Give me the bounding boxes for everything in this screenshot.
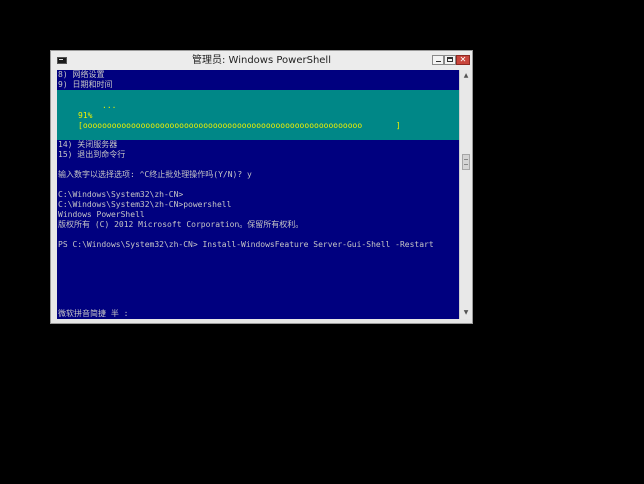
minimize-button[interactable] <box>432 55 444 65</box>
progress-bar: [ooooooooooooooooooooooooooooooooooooooo… <box>78 121 401 130</box>
progress-dots: ... <box>102 101 117 110</box>
minimize-icon <box>436 61 441 62</box>
progress-percent: 91% <box>78 111 93 120</box>
menu-item-network-settings: 8) 网络设置 <box>58 70 105 79</box>
maximize-icon <box>447 57 453 62</box>
close-button[interactable]: ✕ <box>456 55 470 65</box>
vertical-scrollbar[interactable]: ▲ ▼ <box>459 70 472 319</box>
session-line: C:\Windows\System32\zh-CN> <box>58 190 184 199</box>
window-title: 管理员: Windows PowerShell <box>192 55 331 66</box>
console-output[interactable]: 8) 网络设置 9) 日期和时间 ... 91% [oooooooooooooo… <box>57 70 459 319</box>
ime-status-bar[interactable]: 微软拼音简捷 半 : <box>58 309 128 319</box>
powershell-command-line[interactable]: PS C:\Windows\System32\zh-CN> Install-Wi… <box>58 240 434 250</box>
session-line: Windows PowerShell <box>58 210 145 219</box>
menu-item-exit-to-cmd: 15) 退出到命令行 <box>58 150 126 159</box>
powershell-window[interactable]: 管理员: Windows PowerShell ✕ 8) 网络设置 9) 日期和… <box>50 50 473 324</box>
menu-item-date-time: 9) 日期和时间 <box>58 80 113 89</box>
session-line: 版权所有 (C) 2012 Microsoft Corporation。保留所有… <box>58 220 304 229</box>
scroll-down-icon[interactable]: ▼ <box>460 307 472 319</box>
scroll-thumb[interactable] <box>462 154 470 170</box>
menu-item-shutdown: 14) 关闭服务器 <box>58 140 118 149</box>
prompt-line: 输入数字以选择选项: ^C终止批处理操作吗(Y/N)? y <box>58 170 252 179</box>
session-line: C:\Windows\System32\zh-CN>powershell <box>58 200 232 209</box>
scroll-up-icon[interactable]: ▲ <box>460 70 472 82</box>
close-icon: ✕ <box>459 55 467 64</box>
progress-panel: ... 91% [ooooooooooooooooooooooooooooooo… <box>57 90 459 140</box>
title-bar[interactable]: 管理员: Windows PowerShell ✕ <box>51 51 472 70</box>
maximize-button[interactable] <box>444 55 456 65</box>
desktop-background: 管理员: Windows PowerShell ✕ 8) 网络设置 9) 日期和… <box>0 0 644 484</box>
